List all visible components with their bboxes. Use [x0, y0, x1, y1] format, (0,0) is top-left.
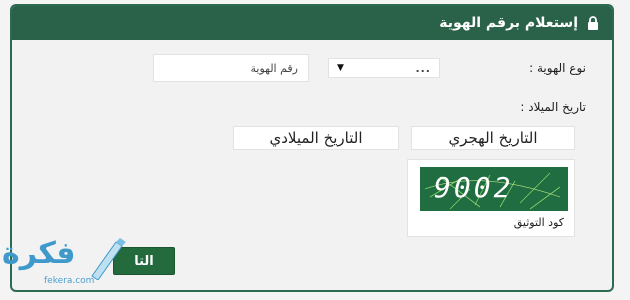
hijri-date-label: التاريخ الهجري — [448, 129, 538, 147]
captcha-image: 9002 — [420, 167, 568, 211]
brand-watermark: فكرة fekera.com — [2, 236, 132, 292]
id-number-input[interactable]: رقم الهوية — [153, 54, 309, 82]
gregorian-date-button[interactable]: التاريخ الميلادي — [233, 126, 399, 150]
dropdown-caret-icon: ▼ — [337, 63, 344, 73]
lock-icon — [586, 16, 600, 30]
brand-name: فكرة — [2, 236, 76, 271]
gregorian-date-label: التاريخ الميلادي — [269, 129, 363, 147]
id-type-value: ... — [415, 61, 431, 75]
captcha-code: 9002 — [434, 171, 514, 204]
captcha-label: كود التوثيق — [513, 216, 564, 229]
panel-header: إستعلام برقم الهوية — [12, 6, 612, 40]
captcha-box: 9002 كود التوثيق — [407, 159, 575, 237]
pencil-icon — [91, 238, 126, 280]
birth-date-label: تاريخ الميلاد : — [520, 100, 586, 114]
id-type-select[interactable]: ... ▼ — [328, 58, 440, 78]
submit-label: التا — [134, 253, 154, 269]
hijri-date-button[interactable]: التاريخ الهجري — [411, 126, 575, 150]
id-number-placeholder: رقم الهوية — [250, 61, 298, 75]
brand-site: fekera.com — [44, 276, 95, 286]
panel-title: إستعلام برقم الهوية — [439, 15, 578, 31]
id-type-label: نوع الهوية : — [529, 61, 586, 75]
